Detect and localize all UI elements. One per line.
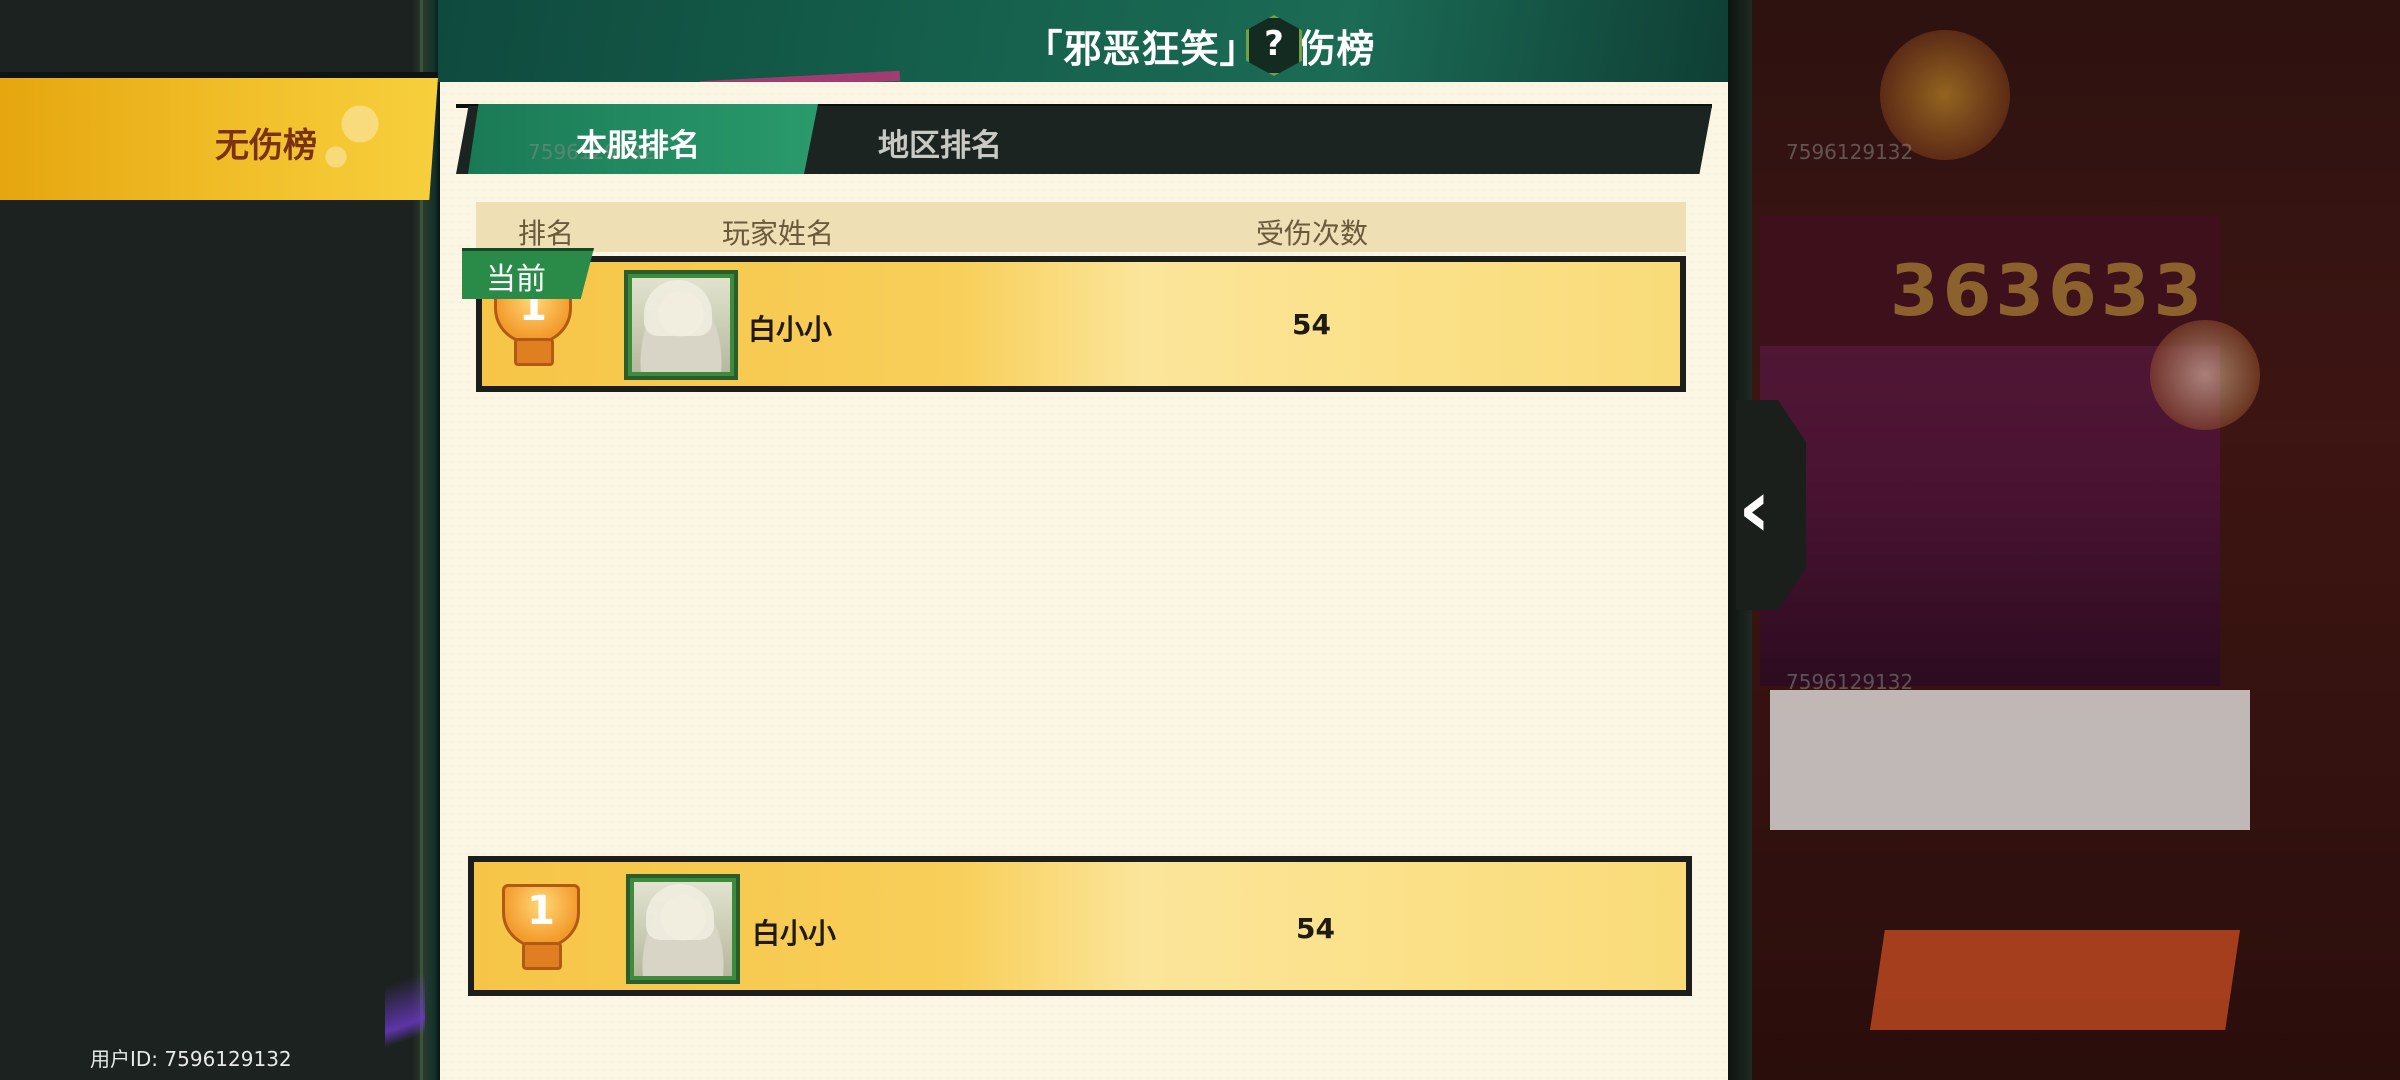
help-icon-glyph: ? bbox=[1264, 24, 1284, 64]
background-decoration bbox=[2150, 320, 2260, 430]
user-id-label: 用户ID: 7596129132 bbox=[90, 1047, 292, 1071]
column-header-player-name: 玩家姓名 bbox=[722, 217, 835, 250]
page-title: 「邪恶狂笑」无伤榜 bbox=[1024, 27, 1376, 71]
background-score: 363633 bbox=[1890, 250, 2207, 332]
watermark: 7596129132 bbox=[1786, 140, 1914, 164]
sidebar-tab-decoration bbox=[300, 80, 420, 190]
background-button bbox=[1870, 930, 2240, 1030]
column-header-damage-count: 受伤次数 bbox=[1256, 217, 1369, 250]
chevron-left-icon[interactable]: ‹ bbox=[1738, 462, 1771, 555]
tab-server-ranking-label[interactable]: 本服排名 bbox=[468, 120, 808, 165]
trophy-icon: 1 bbox=[494, 880, 584, 970]
sidebar-accent-decoration bbox=[385, 940, 425, 1080]
watermark: 7596129132 bbox=[1786, 670, 1914, 694]
tab-region-ranking[interactable]: 地区排名 bbox=[800, 120, 1080, 165]
my-damage-count: 54 bbox=[1296, 912, 1335, 945]
current-badge-label: 当前 bbox=[486, 262, 546, 297]
background-panel bbox=[1770, 690, 2250, 830]
player-avatar[interactable] bbox=[624, 270, 738, 380]
table-header bbox=[476, 202, 1686, 252]
column-header-rank: 排名 bbox=[518, 217, 575, 250]
my-player-name: 白小小 bbox=[752, 917, 837, 950]
rank-number: 1 bbox=[527, 888, 555, 934]
trophy-base bbox=[514, 338, 554, 366]
player-name: 白小小 bbox=[748, 313, 833, 346]
player-avatar[interactable] bbox=[626, 874, 740, 984]
damage-count: 54 bbox=[1292, 308, 1331, 341]
trophy-base bbox=[522, 942, 562, 970]
sidebar-tab-label: 无伤榜 bbox=[215, 126, 317, 166]
